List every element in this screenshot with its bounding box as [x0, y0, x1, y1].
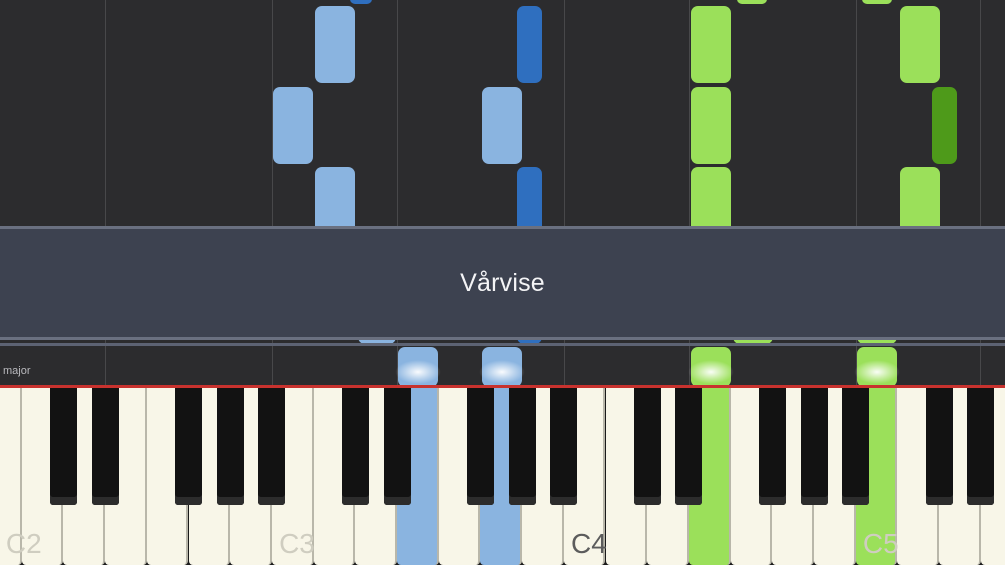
black-key[interactable]: [216, 388, 244, 505]
black-key[interactable]: [967, 388, 995, 505]
black-key[interactable]: [842, 388, 870, 505]
keypress-glow: [395, 360, 441, 384]
key-label-c2: C2: [5, 528, 42, 559]
note-right-hand: [900, 6, 940, 83]
black-key[interactable]: [175, 388, 202, 505]
note-right-hand: [862, 0, 892, 4]
note-left-hand: [315, 6, 355, 83]
note-left-hand-black: [350, 0, 372, 4]
key-label-c4: C4: [570, 528, 607, 559]
piano-keyboard[interactable]: C2 C3 C4 C5: [0, 388, 1005, 565]
note-right-hand: [737, 0, 767, 4]
black-key[interactable]: [550, 388, 578, 505]
black-key[interactable]: [91, 388, 119, 505]
black-key[interactable]: [466, 388, 494, 505]
black-key[interactable]: [800, 388, 828, 505]
black-key[interactable]: [508, 388, 536, 505]
note-left-hand: [482, 87, 522, 164]
key-label-c3: C3: [279, 528, 315, 559]
note-left-hand: [273, 87, 313, 164]
black-key[interactable]: [758, 388, 786, 505]
song-title: Vårvise: [460, 268, 545, 297]
key-label-c5: C5: [862, 528, 899, 559]
keypress-glow: [688, 360, 734, 384]
keypress-glow: [854, 360, 900, 384]
black-key[interactable]: [633, 388, 661, 505]
note-right-hand: [691, 87, 731, 164]
note-left-hand-black: [517, 6, 542, 83]
black-key[interactable]: [383, 388, 411, 505]
black-key[interactable]: [341, 388, 369, 505]
song-title-banner: Vårvise: [0, 226, 1005, 346]
key-signature-label: major: [3, 365, 31, 377]
black-key[interactable]: [49, 388, 77, 505]
black-key[interactable]: [925, 388, 953, 505]
note-right-hand-black: [932, 87, 957, 164]
keypress-glow: [479, 360, 525, 384]
black-key[interactable]: [258, 388, 286, 505]
black-key[interactable]: [675, 388, 703, 505]
note-right-hand: [691, 6, 731, 83]
